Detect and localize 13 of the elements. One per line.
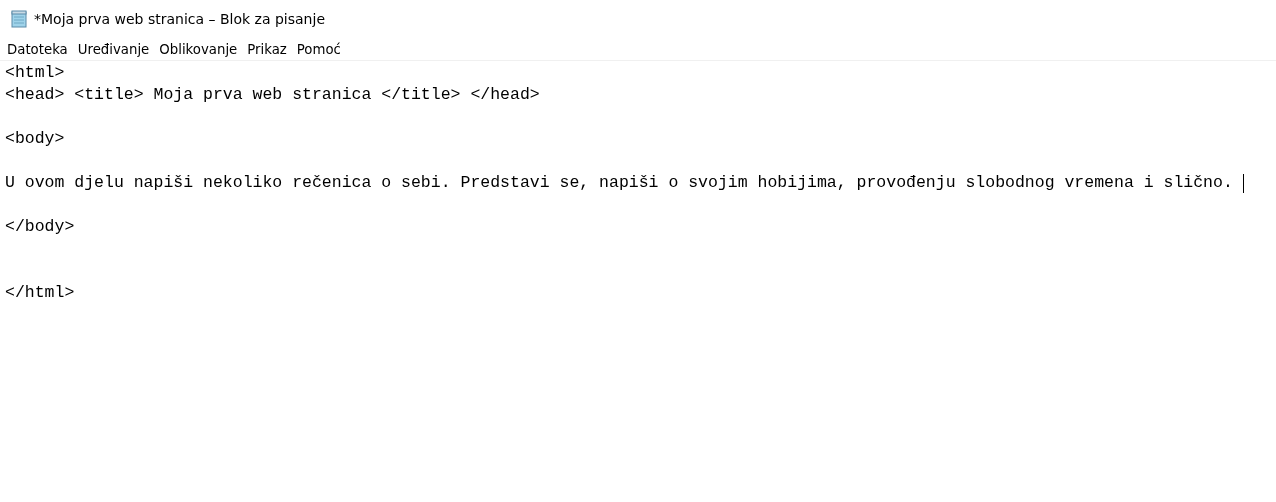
notepad-icon bbox=[10, 10, 28, 28]
window-title: *Moja prva web stranica – Blok za pisanje bbox=[34, 11, 325, 27]
menu-item[interactable]: Uređivanje bbox=[72, 41, 155, 57]
code-line: </html> bbox=[5, 282, 75, 304]
menu-item[interactable]: Prikaz bbox=[242, 41, 292, 57]
code-line: <html> bbox=[5, 62, 65, 84]
menu-item[interactable]: Pomoć bbox=[291, 41, 346, 57]
menu-item[interactable]: Datoteka bbox=[2, 41, 73, 57]
code-line: </body> bbox=[5, 216, 75, 238]
code-line: <body> bbox=[5, 128, 65, 150]
code-line: <head> <title> Moja prva web stranica </title> </head> bbox=[5, 84, 540, 106]
code-line: U ovom djelu napiši nekoliko rečenica o sebi. Predstavi se, napiši o svojim hobijima, provođenju slobodnog vremena i slično. bbox=[5, 172, 1233, 194]
menu-item[interactable]: Oblikovanje bbox=[154, 41, 243, 57]
